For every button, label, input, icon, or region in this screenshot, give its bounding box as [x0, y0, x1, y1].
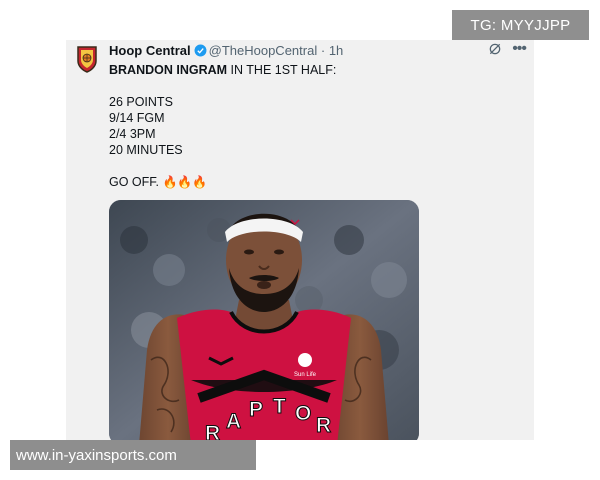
- jersey-sponsor: Sun Life: [294, 372, 317, 378]
- jersey-letter: P: [249, 398, 263, 421]
- avatar[interactable]: [76, 45, 98, 73]
- stat-line: 9/14 FGM: [109, 111, 165, 125]
- tweet-card[interactable]: Hoop Central @TheHoopCentral · 1h ••• BRA…: [66, 40, 534, 440]
- tweet-text: BRANDON INGRAM IN THE 1ST HALF: 26 POINT…: [109, 62, 509, 190]
- jersey-letter: T: [273, 395, 286, 418]
- jersey-letter: O: [295, 402, 311, 425]
- display-name[interactable]: Hoop Central: [109, 43, 191, 58]
- stat-line: 2/4 3PM: [109, 127, 156, 141]
- stat-line: 20 MINUTES: [109, 143, 183, 157]
- jersey-letter: A: [226, 410, 241, 433]
- headline-rest: IN THE 1ST HALF:: [227, 63, 337, 77]
- closing-text: GO OFF.: [109, 175, 159, 189]
- player-photo: Sun Life R A P T O R: [109, 200, 419, 440]
- timestamp[interactable]: 1h: [329, 43, 343, 58]
- jersey-letter: R: [205, 422, 220, 440]
- watermark-top: TG: MYYJJPP: [452, 10, 589, 40]
- more-options-icon[interactable]: •••: [512, 41, 527, 57]
- tweet-header: Hoop Central @TheHoopCentral · 1h: [109, 43, 519, 61]
- grok-icon[interactable]: [488, 42, 502, 56]
- header-actions: •••: [488, 41, 527, 57]
- hoop-central-logo-icon: [77, 46, 97, 73]
- fire-emoji-icon: 🔥🔥🔥: [162, 175, 208, 189]
- separator-dot: ·: [320, 43, 326, 58]
- stat-line: 26 POINTS: [109, 95, 173, 109]
- tweet-photo[interactable]: Sun Life R A P T O R: [109, 200, 419, 440]
- jersey-letter: R: [316, 414, 331, 437]
- headline-bold: BRANDON INGRAM: [109, 63, 228, 77]
- handle[interactable]: @TheHoopCentral: [209, 43, 318, 58]
- verified-badge-icon: [194, 44, 207, 57]
- watermark-bottom: www.in-yaxinsports.com: [10, 440, 256, 470]
